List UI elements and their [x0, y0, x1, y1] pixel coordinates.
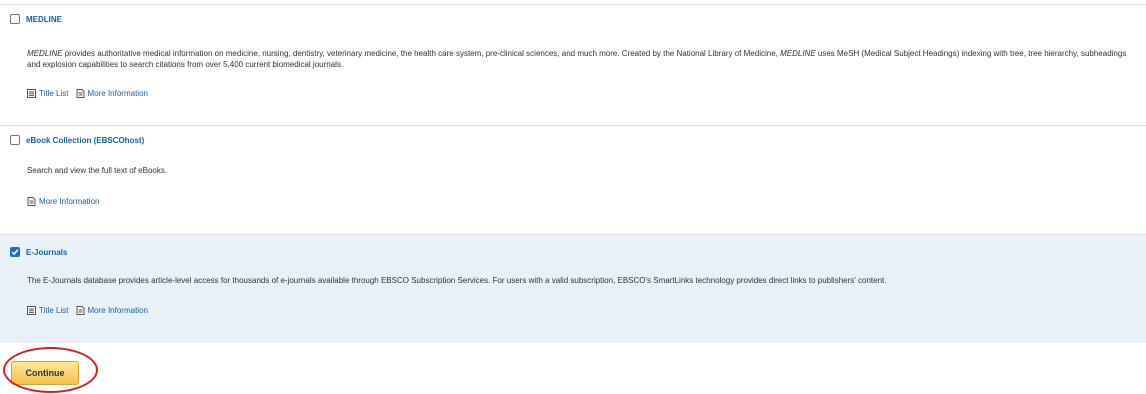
more-info-label: More Information: [87, 89, 148, 98]
medline-title-list-link[interactable]: Title List: [27, 89, 69, 98]
ejournals-description: The E-Journals database provides article…: [27, 276, 887, 285]
medline-title-link[interactable]: MEDLINE: [26, 15, 62, 24]
document-icon: [76, 306, 85, 315]
ejournals-checkbox[interactable]: [10, 247, 20, 257]
medline-links: Title List More Information: [27, 89, 155, 98]
continue-button[interactable]: Continue: [11, 361, 79, 385]
database-header: MEDLINE: [10, 14, 62, 24]
ejournals-more-info-link[interactable]: More Information: [76, 306, 148, 315]
database-header: E-Journals: [10, 247, 67, 257]
more-info-label: More Information: [87, 306, 148, 315]
ejournals-title-list-link[interactable]: Title List: [27, 306, 69, 315]
list-icon: [27, 306, 36, 315]
more-info-label: More Information: [39, 197, 100, 206]
document-icon: [27, 197, 36, 206]
ebook-links: More Information: [27, 197, 106, 206]
database-header: eBook Collection (EBSCOhost): [10, 135, 144, 145]
ejournals-title-link[interactable]: E-Journals: [26, 248, 67, 257]
ebook-checkbox[interactable]: [10, 135, 20, 145]
database-item-ebook-collection: eBook Collection (EBSCOhost) Search and …: [0, 125, 1146, 234]
checkmark-icon: [11, 249, 19, 256]
medline-more-info-link[interactable]: More Information: [76, 89, 148, 98]
ebook-more-info-link[interactable]: More Information: [27, 197, 99, 206]
medline-description: MEDLINE provides authoritative medical i…: [27, 49, 1127, 69]
ejournals-links: Title List More Information: [27, 306, 155, 315]
database-item-e-journals: E-Journals The E-Journals database provi…: [0, 234, 1146, 343]
title-list-label: Title List: [39, 89, 69, 98]
ebook-title-link[interactable]: eBook Collection (EBSCOhost): [26, 136, 144, 145]
database-item-medline: MEDLINE MEDLINE provides authoritative m…: [0, 4, 1146, 125]
list-icon: [27, 89, 36, 98]
ebook-description: Search and view the full text of eBooks.: [27, 166, 168, 175]
medline-checkbox[interactable]: [10, 14, 20, 24]
title-list-label: Title List: [39, 306, 69, 315]
document-icon: [76, 89, 85, 98]
